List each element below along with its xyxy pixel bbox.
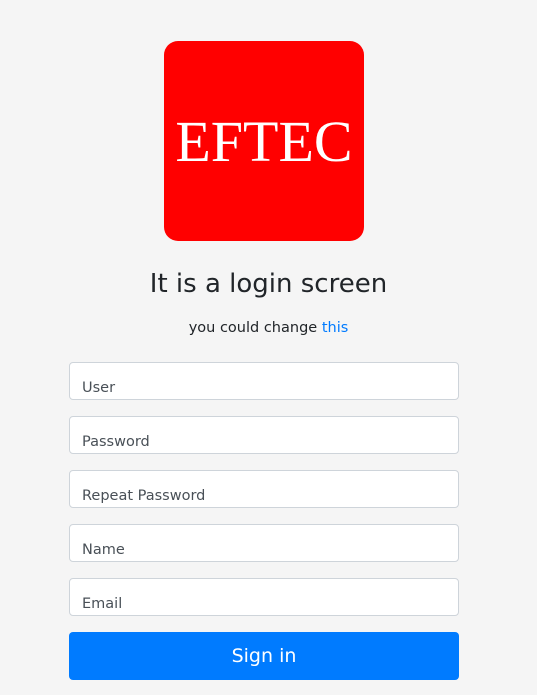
subtitle-text: you could change xyxy=(188,320,322,336)
eftec-logo: EFTEC xyxy=(164,41,364,241)
password-field-wrapper xyxy=(69,416,459,454)
email-input[interactable] xyxy=(69,578,459,616)
repeat-password-input[interactable] xyxy=(69,470,459,508)
user-input[interactable] xyxy=(69,362,459,400)
page-title: It is a login screen xyxy=(149,269,388,299)
page-subtitle: you could change this xyxy=(0,317,537,339)
change-link[interactable]: this xyxy=(322,320,348,336)
repeat-password-field-wrapper xyxy=(69,470,459,508)
name-input[interactable] xyxy=(69,524,459,562)
sign-in-button[interactable]: Sign in xyxy=(69,632,459,680)
login-page: EFTEC It is a login screen you could cha… xyxy=(0,0,537,695)
password-input[interactable] xyxy=(69,416,459,454)
email-field-wrapper xyxy=(69,578,459,616)
user-field-wrapper xyxy=(69,362,459,400)
logo-text: EFTEC xyxy=(175,109,353,174)
name-field-wrapper xyxy=(69,524,459,562)
